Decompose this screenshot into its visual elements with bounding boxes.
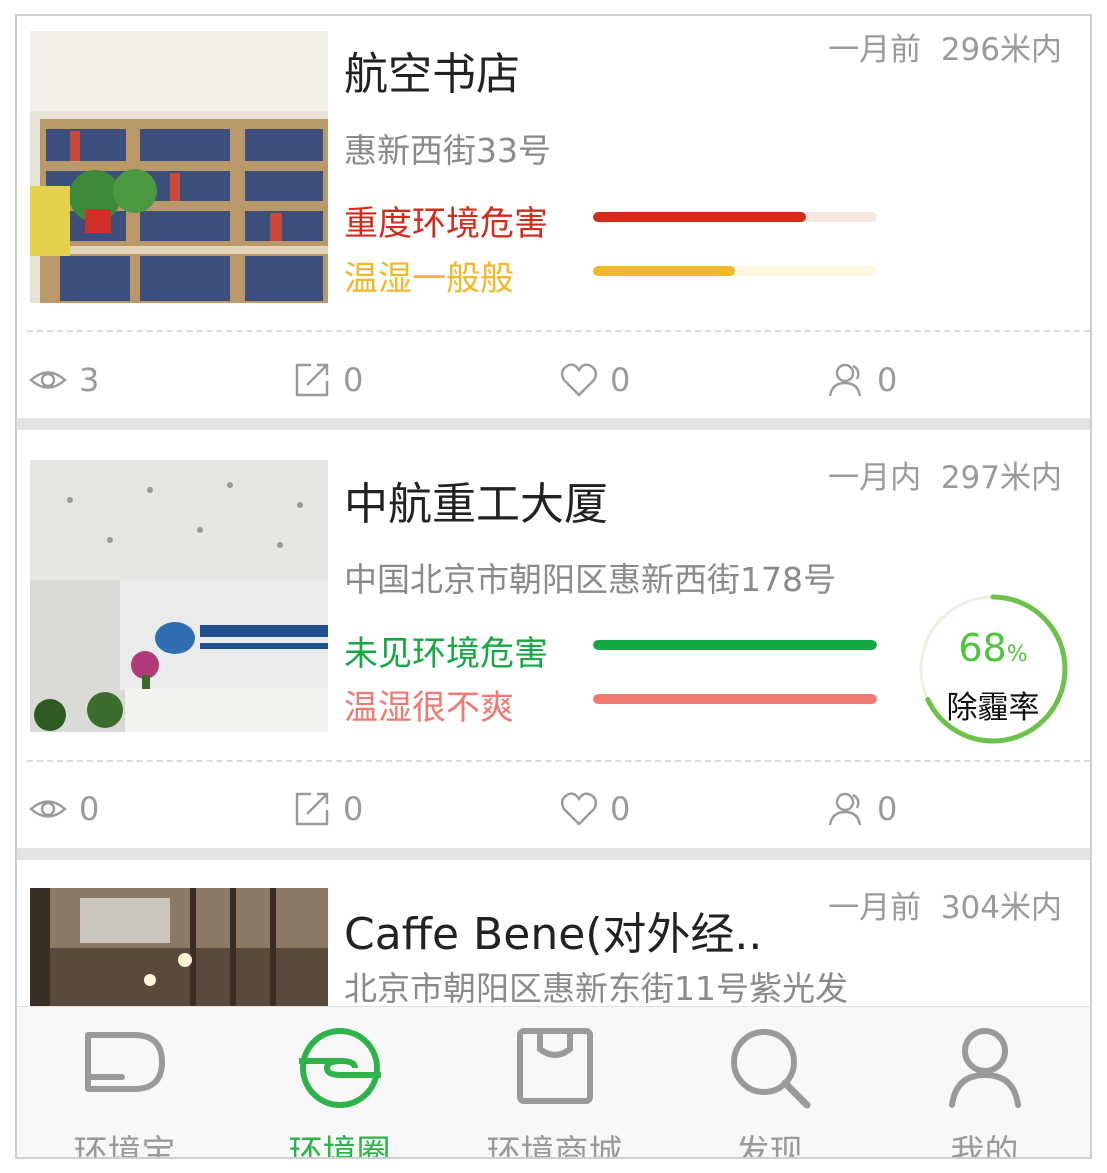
- time-ago: 一月内: [828, 460, 922, 496]
- people-stat[interactable]: 0: [827, 790, 897, 828]
- people-icon: [828, 792, 862, 826]
- search-icon: [731, 1029, 811, 1109]
- haze-removal-rate: 68% 除霾率: [918, 594, 1068, 744]
- place-title[interactable]: 中航重工大厦: [344, 468, 608, 532]
- heart-icon: [560, 792, 598, 826]
- views-count: 3: [79, 361, 100, 399]
- tab-environment-box[interactable]: 环境宝: [17, 1007, 232, 1159]
- views-stat[interactable]: 0: [29, 790, 99, 828]
- feed-list[interactable]: 航空书店 一月前 296米内 惠新西街33号 重度环境危害 温湿一般般 3 0 …: [17, 16, 1090, 1006]
- app-frame: 航空书店 一月前 296米内 惠新西街33号 重度环境危害 温湿一般般 3 0 …: [15, 14, 1092, 1159]
- humidity-status: 温湿很不爽: [344, 688, 514, 728]
- like-stat[interactable]: 0: [560, 361, 630, 399]
- shopping-bag-icon: [517, 1028, 593, 1104]
- time-distance: 一月内 297米内: [828, 452, 1062, 497]
- distance: 296米内: [940, 32, 1062, 68]
- humidity-status: 温湿一般般: [344, 259, 514, 299]
- tab-label: 环境商城: [486, 1133, 623, 1159]
- place-photo-bookstore[interactable]: [30, 31, 328, 303]
- environment-circle-icon: [299, 1028, 381, 1108]
- tab-label: 我的: [950, 1133, 1019, 1159]
- humidity-level-bar: [593, 266, 877, 276]
- divider: [27, 760, 1090, 762]
- card-separator: [17, 418, 1090, 430]
- haze-removal-label: 除霾率: [946, 690, 1040, 726]
- tab-environment-mall[interactable]: 环境商城: [447, 1007, 662, 1159]
- people-icon: [828, 363, 862, 397]
- time-distance: 一月前 304米内: [828, 882, 1062, 927]
- like-stat[interactable]: 0: [560, 790, 630, 828]
- environment-hazard-status: 未见环境危害: [344, 634, 548, 674]
- share-icon: [295, 363, 329, 397]
- environment-hazard-status: 重度环境危害: [344, 204, 548, 244]
- distance: 304米内: [940, 890, 1062, 926]
- feed-card[interactable]: 中航重工大厦 一月内 297米内 中国北京市朝阳区惠新西街178号 未见环境危害…: [17, 430, 1090, 848]
- eye-icon: [29, 800, 67, 818]
- people-count: 0: [877, 790, 898, 828]
- tab-label: 环境宝: [73, 1133, 176, 1159]
- place-address: 北京市朝阳区惠新东街11号紫光发: [344, 969, 848, 1006]
- time-ago: 一月前: [828, 32, 922, 68]
- humidity-level-bar: [593, 694, 877, 704]
- user-icon: [949, 1028, 1021, 1108]
- hazard-level-bar: [593, 640, 877, 650]
- place-photo-office[interactable]: [30, 460, 328, 732]
- views-count: 0: [79, 790, 100, 828]
- time-ago: 一月前: [828, 890, 922, 926]
- time-distance: 一月前 296米内: [828, 24, 1062, 69]
- haze-removal-percent: 68%: [918, 626, 1068, 670]
- tab-discover[interactable]: 发现: [662, 1007, 877, 1159]
- share-count: 0: [343, 361, 364, 399]
- tab-label: 发现: [735, 1133, 804, 1159]
- percent-unit: %: [1006, 642, 1028, 667]
- divider: [27, 330, 1090, 332]
- bottom-tab-bar: 环境宝 环境圈 环境商城 发现 我的: [17, 1006, 1090, 1159]
- people-count: 0: [877, 361, 898, 399]
- tab-mine[interactable]: 我的: [877, 1007, 1090, 1159]
- like-count: 0: [610, 790, 631, 828]
- heart-icon: [560, 363, 598, 397]
- share-count: 0: [343, 790, 364, 828]
- feed-card[interactable]: Caffe Bene(对外经.. 一月前 304米内 北京市朝阳区惠新东街11号…: [17, 860, 1090, 1006]
- distance: 297米内: [940, 460, 1062, 496]
- place-address: 惠新西街33号: [344, 131, 551, 170]
- haze-removal-value: 68: [958, 626, 1007, 670]
- share-icon: [295, 792, 329, 826]
- place-title[interactable]: Caffe Bene(对外经..: [344, 898, 762, 962]
- like-count: 0: [610, 361, 631, 399]
- place-title[interactable]: 航空书店: [344, 38, 520, 102]
- share-stat[interactable]: 0: [293, 790, 363, 828]
- views-stat[interactable]: 3: [29, 361, 99, 399]
- card-separator: [17, 848, 1090, 860]
- eye-icon: [29, 371, 67, 389]
- tab-label: 环境圈: [288, 1133, 391, 1159]
- share-stat[interactable]: 0: [293, 361, 363, 399]
- hazard-level-bar: [593, 212, 877, 222]
- tab-environment-circle[interactable]: 环境圈: [232, 1007, 447, 1159]
- place-address: 中国北京市朝阳区惠新西街178号: [344, 560, 836, 599]
- feed-card[interactable]: 航空书店 一月前 296米内 惠新西街33号 重度环境危害 温湿一般般 3 0 …: [17, 16, 1090, 418]
- place-photo-cafe[interactable]: [30, 888, 328, 1006]
- environment-box-icon: [85, 1032, 165, 1092]
- people-stat[interactable]: 0: [827, 361, 897, 399]
